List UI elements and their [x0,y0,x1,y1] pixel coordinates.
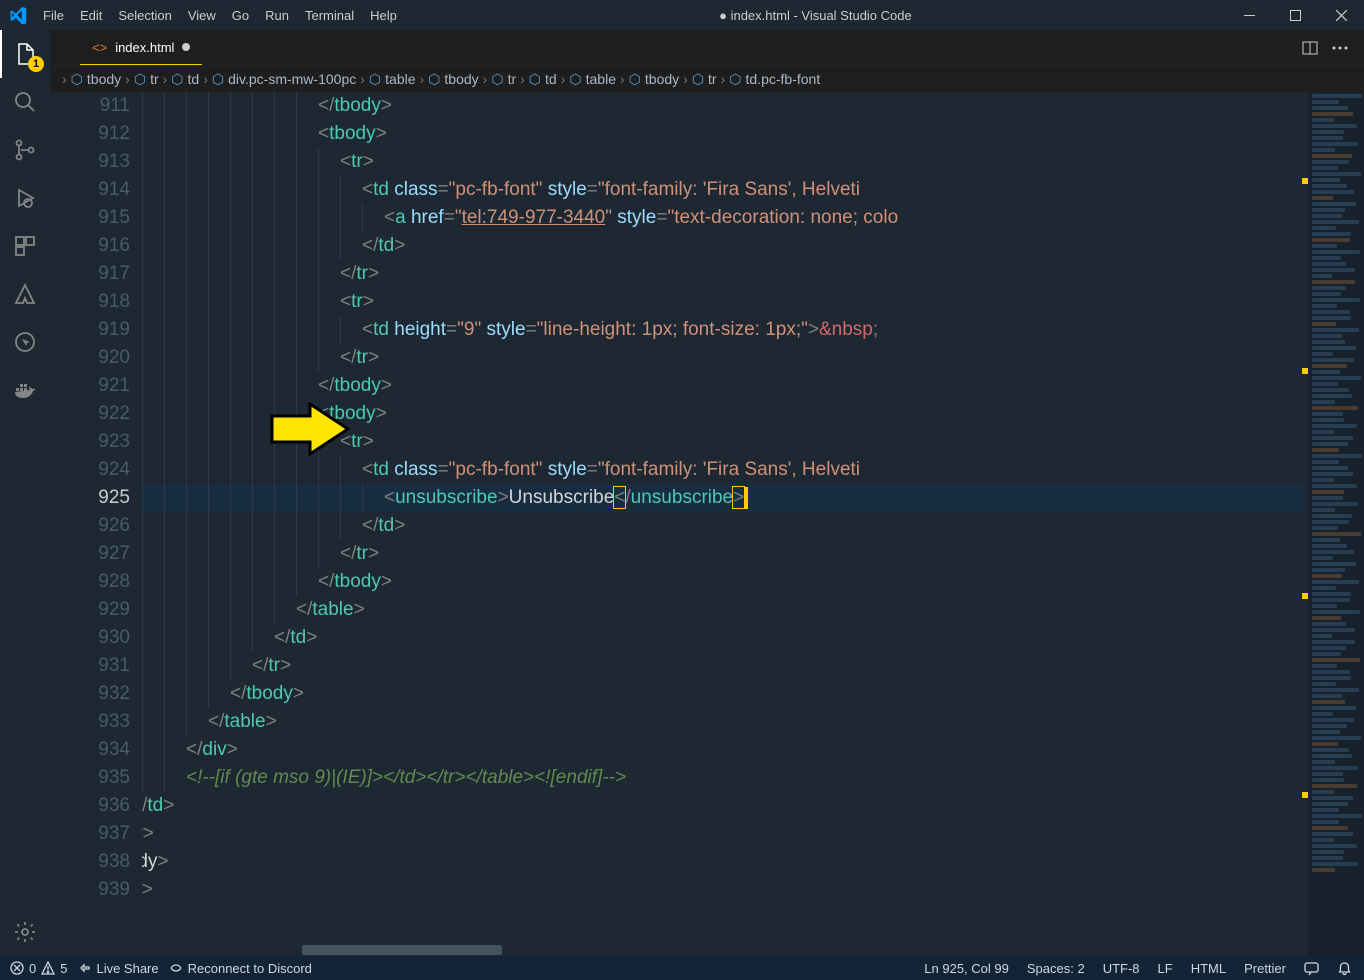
menu-view[interactable]: View [180,0,224,30]
status-encoding[interactable]: UTF-8 [1103,961,1140,976]
split-editor-icon[interactable] [1302,40,1318,56]
docker-icon[interactable] [0,366,50,414]
vscode-logo-icon [0,0,35,30]
status-discord[interactable]: Reconnect to Discord [169,961,312,976]
status-formatter[interactable]: Prettier [1244,961,1286,976]
menu-edit[interactable]: Edit [72,0,110,30]
tab-label: index.html [115,40,174,55]
extensions-icon[interactable] [0,222,50,270]
activity-bar: 1 [0,30,50,956]
menu-bar: File Edit Selection View Go Run Terminal… [35,0,405,30]
status-language[interactable]: HTML [1191,961,1226,976]
menu-run[interactable]: Run [257,0,297,30]
line-number-gutter: 9119129139149159169179189199209219229239… [50,92,142,956]
minimize-icon[interactable] [1226,0,1272,30]
modified-indicator-icon [182,43,190,51]
status-live-share[interactable]: Live Share [77,961,158,976]
status-ln-col[interactable]: Ln 925, Col 99 [924,961,1009,976]
status-feedback-icon[interactable] [1304,961,1319,976]
status-spaces[interactable]: Spaces: 2 [1027,961,1085,976]
tab-bar: <> index.html [50,30,1364,66]
more-actions-icon[interactable] [1332,46,1348,50]
maximize-icon[interactable] [1272,0,1318,30]
menu-terminal[interactable]: Terminal [297,0,362,30]
menu-go[interactable]: Go [224,0,257,30]
search-icon[interactable] [0,78,50,126]
window-title: ● index.html - Visual Studio Code [405,8,1226,23]
tab-index-html[interactable]: <> index.html [80,30,202,65]
close-icon[interactable] [1318,0,1364,30]
status-problems[interactable]: 0 5 [10,961,67,976]
editor[interactable]: 9119129139149159169179189199209219229239… [50,92,1364,956]
run-debug-icon[interactable] [0,174,50,222]
explorer-badge: 1 [28,56,44,72]
status-bell-icon[interactable] [1337,961,1352,976]
status-bar: 0 5 Live Share Reconnect to Discord Ln 9… [0,956,1364,980]
settings-gear-icon[interactable] [0,908,50,956]
menu-selection[interactable]: Selection [110,0,179,30]
source-control-icon[interactable] [0,126,50,174]
breadcrumb[interactable]: ›⬡tbody›⬡tr›⬡td›⬡div.pc-sm-mw-100pc›⬡tab… [50,66,1364,92]
menu-file[interactable]: File [35,0,72,30]
live-share-icon[interactable] [0,318,50,366]
explorer-icon[interactable]: 1 [0,30,50,78]
azure-icon[interactable] [0,270,50,318]
horizontal-scrollbar[interactable] [142,944,1304,956]
minimap[interactable] [1308,92,1364,956]
status-eol[interactable]: LF [1158,961,1173,976]
title-bar: File Edit Selection View Go Run Terminal… [0,0,1364,30]
code-area[interactable]: </tbody><tbody><tr><td class="pc-fb-font… [142,92,1304,956]
menu-help[interactable]: Help [362,0,405,30]
html-file-icon: <> [92,40,107,55]
